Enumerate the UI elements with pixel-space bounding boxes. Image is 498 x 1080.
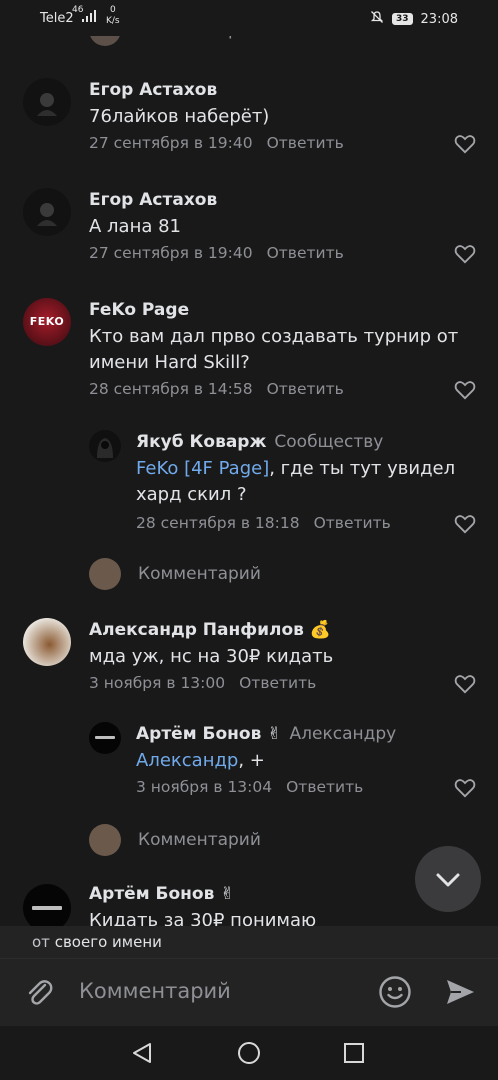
signal-icon: 46	[72, 6, 98, 26]
avatar[interactable]	[23, 618, 71, 666]
post-as-label: от своего имени	[16, 933, 162, 951]
comment-prompt-label: Комментарий	[138, 830, 261, 850]
heart-icon[interactable]	[454, 778, 476, 798]
comment-text: А лана 81	[89, 216, 181, 237]
reply-button[interactable]: Ответить	[267, 380, 344, 398]
comment-reply: Артём Бонов ✌ Александру Александр, + 3 н…	[0, 722, 498, 812]
avatar[interactable]: FEKO	[23, 298, 71, 346]
send-icon[interactable]	[443, 975, 477, 1009]
network-speed: 0 K/s	[106, 5, 120, 27]
comment-text-body: , +	[238, 750, 265, 771]
avatar[interactable]	[23, 188, 71, 236]
comment-author[interactable]: Якуб Коварж Сообществу	[136, 432, 383, 452]
avatar[interactable]	[89, 722, 121, 754]
avatar[interactable]	[23, 78, 71, 126]
comment-text: Александр, +	[136, 748, 265, 774]
comment-author[interactable]: Александр Панфилов 💰	[89, 620, 331, 640]
comment-author[interactable]: Артём Бонов ✌ Александру	[136, 724, 396, 744]
scroll-down-button[interactable]	[415, 846, 481, 912]
system-navigation-bar	[0, 1026, 498, 1080]
reply-target[interactable]: Александру	[290, 724, 397, 744]
reply-target[interactable]: Сообществу	[274, 432, 383, 452]
post-as-bar[interactable]: от своего имени	[0, 926, 498, 958]
mention-link[interactable]: Александр	[136, 750, 238, 771]
paperclip-icon[interactable]	[22, 975, 56, 1009]
reply-button[interactable]: Ответить	[267, 244, 344, 262]
heart-icon[interactable]	[454, 514, 476, 534]
comment-meta: 27 сентября в 19:40 Ответить	[89, 244, 344, 262]
comment-text: Кто вам дал прво создавать турнир от име…	[89, 326, 459, 373]
avatar[interactable]	[23, 884, 71, 926]
comment-text: мда уж, нс на 30₽ кидать	[89, 646, 334, 667]
post-as-value: своего имени	[54, 933, 162, 951]
heart-icon[interactable]	[454, 244, 476, 264]
comment-reply: Якуб Коварж Сообществу FeKo [4F Page], гд…	[0, 428, 498, 538]
signal-type: 46	[72, 5, 84, 15]
comment-meta: 3 ноября в 13:04 Ответить	[136, 778, 363, 796]
reply-button[interactable]: Ответить	[314, 514, 391, 532]
status-bar-left: Tele2 46	[40, 6, 98, 26]
status-bar-right: 33 23:08	[370, 10, 458, 28]
comment-date: 3 ноября в 13:04	[136, 778, 273, 796]
heart-icon[interactable]	[454, 674, 476, 694]
mention-link[interactable]: FeKo [4F Page]	[136, 458, 269, 479]
recents-icon[interactable]	[343, 1042, 365, 1064]
carrier-label: Tele2	[40, 10, 74, 26]
comment-meta: 27 сентября в 19:40 Ответить	[89, 134, 344, 152]
comment-date: 28 сентября в 18:18	[136, 514, 300, 532]
comment-prompt-label: Комментарий	[138, 36, 261, 40]
author-name[interactable]: Якуб Коварж	[136, 432, 266, 452]
avatar	[89, 558, 121, 590]
speed-unit: K/s	[106, 16, 120, 26]
battery-indicator: 33	[392, 13, 413, 25]
comment-composer: Комментарий	[0, 958, 498, 1027]
reply-button[interactable]: Ответить	[239, 674, 316, 692]
clock: 23:08	[420, 11, 458, 27]
heart-icon[interactable]	[454, 380, 476, 400]
comment: Егор Астахов А лана 81 27 сентября в 19:…	[0, 186, 498, 276]
comment-meta: 28 сентября в 18:18 Ответить	[136, 514, 391, 532]
comment-text: Кидать за 30₽ понимаю	[89, 910, 317, 926]
reply-button[interactable]: Ответить	[267, 134, 344, 152]
comment-author[interactable]: Егор Астахов	[89, 80, 217, 100]
comment: Александр Панфилов 💰 мда уж, нс на 30₽ к…	[0, 616, 498, 706]
reply-button[interactable]: Ответить	[286, 778, 363, 796]
comment-date: 28 сентября в 14:58	[89, 380, 253, 398]
comment-input[interactable]: Комментарий	[79, 979, 231, 1003]
comment-prompt-label: Комментарий	[138, 564, 261, 584]
comment-meta: 3 ноября в 13:00 Ответить	[89, 674, 316, 692]
comment-text: 76лайков наберёт)	[89, 106, 270, 127]
avatar-logo-text: FEKO	[29, 315, 65, 328]
author-name[interactable]: Артём Бонов ✌	[136, 724, 282, 744]
comment-date: 27 сентября в 19:40	[89, 134, 253, 152]
comment-date: 27 сентября в 19:40	[89, 244, 253, 262]
chevron-down-icon	[436, 873, 460, 887]
comment-prompt[interactable]: Комментарий	[0, 558, 498, 592]
comment-date: 3 ноября в 13:00	[89, 674, 226, 692]
comment: FEKO FeKo Page Кто вам дал прво создават…	[0, 298, 498, 408]
comment-text: FeKo [4F Page], где ты тут увидел хард с…	[136, 456, 476, 508]
back-icon[interactable]	[130, 1041, 154, 1065]
comment-author[interactable]: Егор Астахов	[89, 190, 217, 210]
comment-feed[interactable]: Комментарий Егор Астахов 76лайков наберё…	[0, 36, 498, 926]
mute-icon	[370, 10, 384, 28]
post-as-prefix: от	[32, 933, 50, 951]
comment: Егор Астахов 76лайков наберёт) 27 сентяб…	[0, 76, 498, 166]
speed-value: 0	[109, 5, 116, 15]
comment-prompt-top[interactable]: Комментарий	[0, 36, 498, 48]
avatar	[89, 36, 121, 46]
avatar	[89, 824, 121, 856]
comment-meta: 28 сентября в 14:58 Ответить	[89, 380, 344, 398]
comment-author[interactable]: FeKo Page	[89, 300, 189, 320]
home-icon[interactable]	[237, 1041, 261, 1065]
status-bar: Tele2 46 0 K/s 33 23:08	[0, 0, 498, 36]
heart-icon[interactable]	[454, 134, 476, 154]
comment-author[interactable]: Артём Бонов ✌	[89, 884, 235, 904]
smile-icon[interactable]	[378, 975, 412, 1009]
avatar[interactable]	[89, 430, 121, 462]
